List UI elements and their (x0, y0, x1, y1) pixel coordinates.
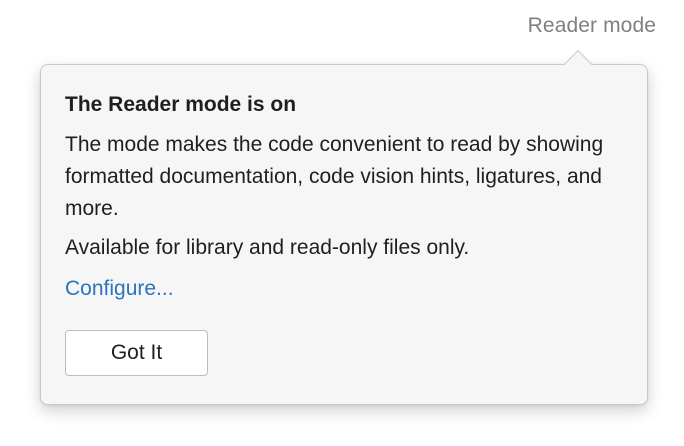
configure-link[interactable]: Configure... (65, 273, 174, 305)
reader-mode-toggle[interactable]: Reader mode (528, 14, 656, 38)
popup-availability-note: Available for library and read-only file… (65, 236, 470, 259)
got-it-button[interactable]: Got It (65, 330, 208, 376)
popup-title: The Reader mode is on (65, 93, 297, 116)
reader-mode-popup: The Reader mode is on The mode makes the… (40, 49, 648, 405)
popup-description: The mode makes the code convenient to re… (65, 133, 604, 220)
popup-content: The Reader mode is on The mode makes the… (65, 91, 627, 305)
popup-pointer (563, 49, 593, 79)
editor-area: Reader mode The Reader mode is on The mo… (0, 0, 684, 446)
